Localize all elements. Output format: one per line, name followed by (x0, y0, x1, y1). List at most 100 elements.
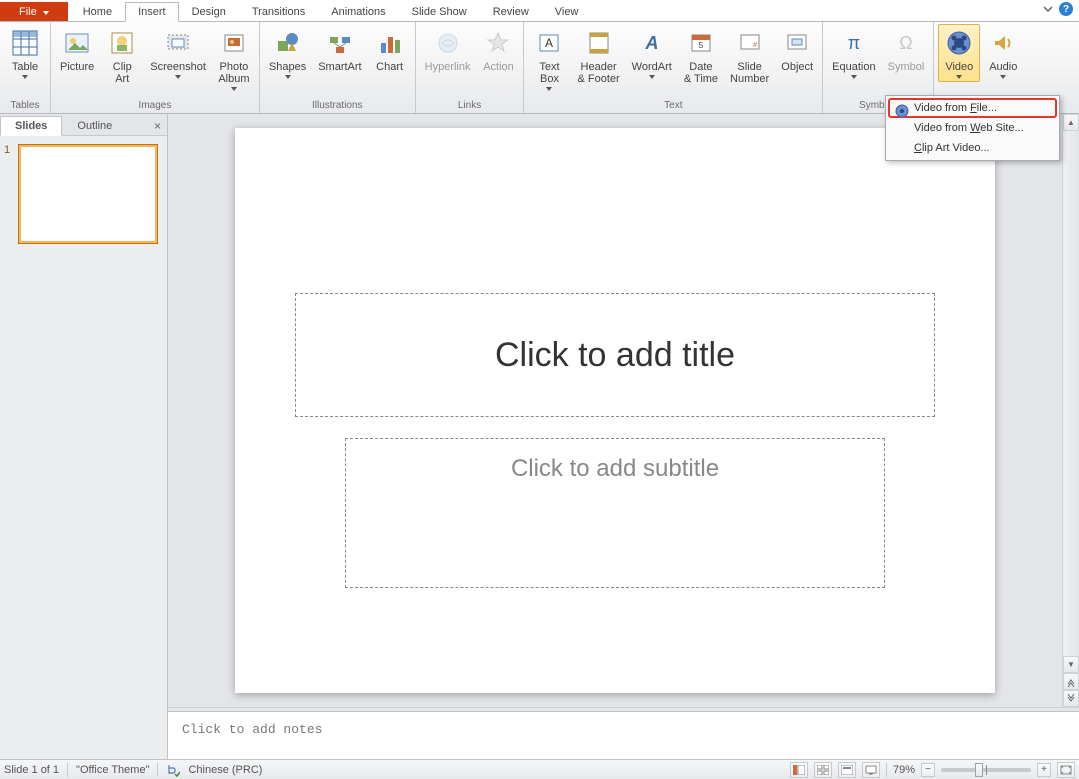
tab-slideshow[interactable]: Slide Show (399, 2, 480, 21)
menu-video-from-web[interactable]: Video from Web Site... (888, 118, 1057, 138)
hyperlink-button: Hyperlink (420, 24, 476, 76)
tab-insert[interactable]: Insert (125, 2, 179, 22)
scroll-down-icon[interactable]: ▼ (1063, 656, 1079, 673)
menu-clipart-video[interactable]: Clip Art Video... (888, 138, 1057, 158)
view-slideshow-icon[interactable] (862, 762, 880, 778)
slidenumber-icon: # (734, 27, 766, 59)
slidenumber-label: Slide Number (730, 61, 769, 85)
slide-canvas[interactable]: Click to add title Click to add subtitle (235, 128, 995, 693)
headerfooter-button[interactable]: Header & Footer (572, 24, 624, 88)
chart-button[interactable]: Chart (369, 24, 411, 76)
headerfooter-label: Header & Footer (577, 61, 619, 85)
tab-slides-thumb[interactable]: Slides (0, 116, 62, 136)
table-label: Table (12, 61, 38, 73)
notes-pane[interactable]: Click to add notes (168, 711, 1079, 759)
group-text-label: Text (528, 98, 818, 113)
tab-animations[interactable]: Animations (318, 2, 398, 21)
zoom-thumb[interactable] (975, 763, 983, 777)
symbol-label: Symbol (888, 61, 925, 73)
shapes-icon (272, 27, 304, 59)
view-sorter-icon[interactable] (814, 762, 832, 778)
menu-video-from-web-label: Video from Web Site... (914, 122, 1024, 134)
close-pane-icon[interactable]: × (148, 117, 167, 135)
tab-home[interactable]: Home (70, 2, 125, 21)
slidenumber-button[interactable]: # Slide Number (725, 24, 774, 88)
svg-text:A: A (644, 33, 658, 53)
tab-design[interactable]: Design (179, 2, 239, 21)
video-icon (943, 27, 975, 59)
datetime-icon: 5 (685, 27, 717, 59)
slide-thumbnail[interactable] (18, 144, 158, 244)
slide-canvas-wrap: Click to add title Click to add subtitle… (168, 114, 1079, 707)
group-images-label: Images (55, 98, 255, 113)
picture-icon (61, 27, 93, 59)
prev-slide-icon[interactable] (1063, 673, 1079, 690)
screenshot-button[interactable]: Screenshot (145, 24, 211, 82)
fit-to-window-icon[interactable] (1057, 762, 1075, 778)
tab-file[interactable]: File (0, 2, 68, 21)
picture-label: Picture (60, 61, 94, 73)
status-language[interactable]: Chinese (PRC) (188, 764, 262, 776)
ribbon-tabbar: File Home Insert Design Transitions Anim… (0, 0, 1079, 22)
hyperlink-label: Hyperlink (425, 61, 471, 73)
tab-outline[interactable]: Outline (62, 116, 127, 135)
svg-text:A: A (545, 36, 553, 50)
audio-button[interactable]: Audio (982, 24, 1024, 82)
wordart-button[interactable]: A WordArt (627, 24, 677, 82)
zoom-slider[interactable] (941, 768, 1031, 772)
svg-text:5: 5 (699, 41, 704, 50)
datetime-button[interactable]: 5 Date & Time (679, 24, 723, 88)
slide-thumbnail-number: 1 (4, 144, 14, 156)
shapes-button[interactable]: Shapes (264, 24, 311, 82)
menu-video-from-file[interactable]: Video from File... (888, 98, 1057, 118)
help-icon[interactable]: ? (1059, 2, 1073, 16)
tab-view[interactable]: View (542, 2, 592, 21)
view-reading-icon[interactable] (838, 762, 856, 778)
title-placeholder[interactable]: Click to add title (295, 293, 935, 417)
smartart-icon (324, 27, 356, 59)
chart-icon (374, 27, 406, 59)
equation-label: Equation (832, 61, 875, 73)
group-tables: Table Tables (0, 22, 51, 113)
group-illustrations-label: Illustrations (264, 98, 411, 113)
action-button: Action (477, 24, 519, 76)
group-images: Picture Clip Art Screenshot Photo Album … (51, 22, 260, 113)
group-links: Hyperlink Action Links (416, 22, 525, 113)
group-links-label: Links (420, 98, 520, 113)
slides-pane: Slides Outline × 1 (0, 114, 168, 759)
smartart-button[interactable]: SmartArt (313, 24, 366, 76)
tab-review[interactable]: Review (480, 2, 542, 21)
zoom-in-icon[interactable]: + (1037, 763, 1051, 777)
subtitle-placeholder[interactable]: Click to add subtitle (345, 438, 885, 588)
textbox-button[interactable]: A Text Box (528, 24, 570, 94)
object-label: Object (781, 61, 813, 73)
clipart-icon (106, 27, 138, 59)
video-button[interactable]: Video (938, 24, 980, 82)
scroll-up-icon[interactable]: ▲ (1063, 114, 1079, 131)
view-normal-icon[interactable] (790, 762, 808, 778)
svg-text:π: π (848, 33, 860, 53)
object-icon (781, 27, 813, 59)
datetime-label: Date & Time (684, 61, 718, 85)
zoom-out-icon[interactable]: − (921, 763, 935, 777)
spellcheck-icon[interactable] (166, 763, 180, 777)
main-editing-area: Click to add title Click to add subtitle… (168, 114, 1079, 759)
action-label: Action (483, 61, 514, 73)
photoalbum-button[interactable]: Photo Album (213, 24, 255, 94)
group-tables-label: Tables (4, 98, 46, 113)
slide-thumbnail-row: 1 (4, 144, 163, 244)
screenshot-label: Screenshot (150, 61, 206, 73)
zoom-percent[interactable]: 79% (893, 764, 915, 776)
clipart-button[interactable]: Clip Art (101, 24, 143, 88)
table-button[interactable]: Table (4, 24, 46, 82)
minimize-ribbon-icon[interactable] (1041, 2, 1055, 16)
picture-button[interactable]: Picture (55, 24, 99, 76)
tab-transitions[interactable]: Transitions (239, 2, 318, 21)
vertical-scrollbar[interactable]: ▲ ▼ (1062, 114, 1079, 707)
next-slide-icon[interactable] (1063, 690, 1079, 707)
equation-button[interactable]: π Equation (827, 24, 880, 82)
film-reel-icon (894, 103, 910, 119)
slides-pane-tabs: Slides Outline × (0, 114, 167, 136)
video-dropdown-menu: Video from File... Video from Web Site..… (885, 95, 1060, 161)
object-button[interactable]: Object (776, 24, 818, 76)
